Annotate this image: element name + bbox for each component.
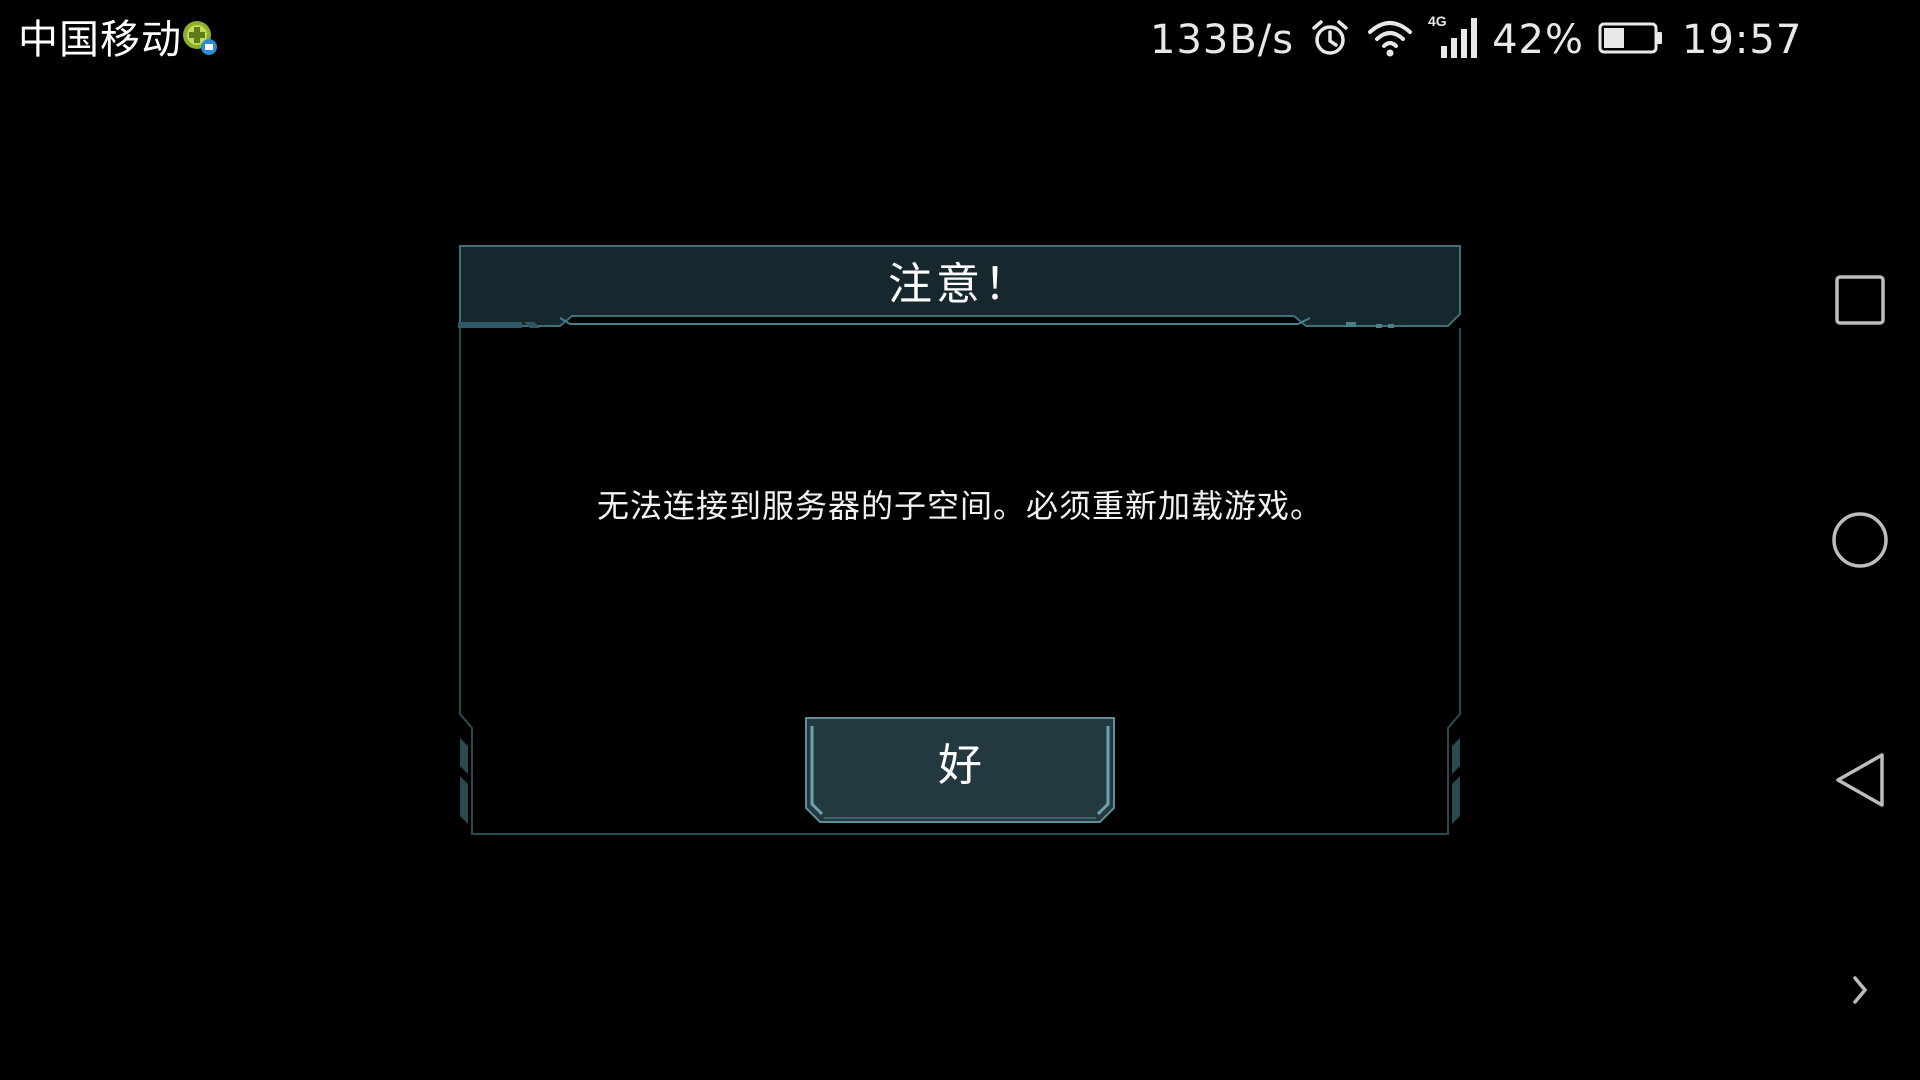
back-button[interactable] <box>1828 748 1892 812</box>
back-triangle-icon <box>1836 753 1884 807</box>
circle-icon <box>1832 512 1888 568</box>
ok-button[interactable]: 好 <box>804 716 1116 824</box>
expand-button[interactable] <box>1828 958 1892 1022</box>
clock: 19:57 <box>1682 17 1803 63</box>
status-bar: 中国移动 133B/s 4G 42% 19:57 <box>0 0 1803 80</box>
network-type-label: 4G <box>1428 14 1447 29</box>
navigation-bar <box>1800 0 1920 1080</box>
battery-percent: 42% <box>1492 17 1585 63</box>
square-icon <box>1835 275 1885 325</box>
screen: 中国移动 133B/s 4G 42% 19:57 注意！ 无法连接到服务器的子空… <box>0 0 1920 1080</box>
ok-button-label: 好 <box>938 740 982 791</box>
cellular-signal-icon: 4G <box>1428 13 1478 66</box>
network-speed: 133B/s <box>1150 17 1295 63</box>
carrier-name: 中国移动 <box>18 17 182 63</box>
dialog-message: 无法连接到服务器的子空间。必须重新加载游戏。 <box>596 487 1323 525</box>
status-indicators: 133B/s 4G 42% 19:57 <box>1150 13 1803 66</box>
dialog-title: 注意！ <box>888 259 1032 310</box>
battery-icon <box>1598 20 1664 60</box>
wifi-icon <box>1366 16 1414 64</box>
alarm-icon <box>1308 16 1352 64</box>
home-button[interactable] <box>1828 508 1892 572</box>
alert-dialog: 注意！ 无法连接到服务器的子空间。必须重新加载游戏。 好 <box>458 244 1462 836</box>
recent-apps-button[interactable] <box>1828 268 1892 332</box>
battery-fill <box>1604 28 1625 48</box>
chevron-right-icon <box>1853 976 1868 1004</box>
carrier-badge-icon <box>180 18 220 58</box>
